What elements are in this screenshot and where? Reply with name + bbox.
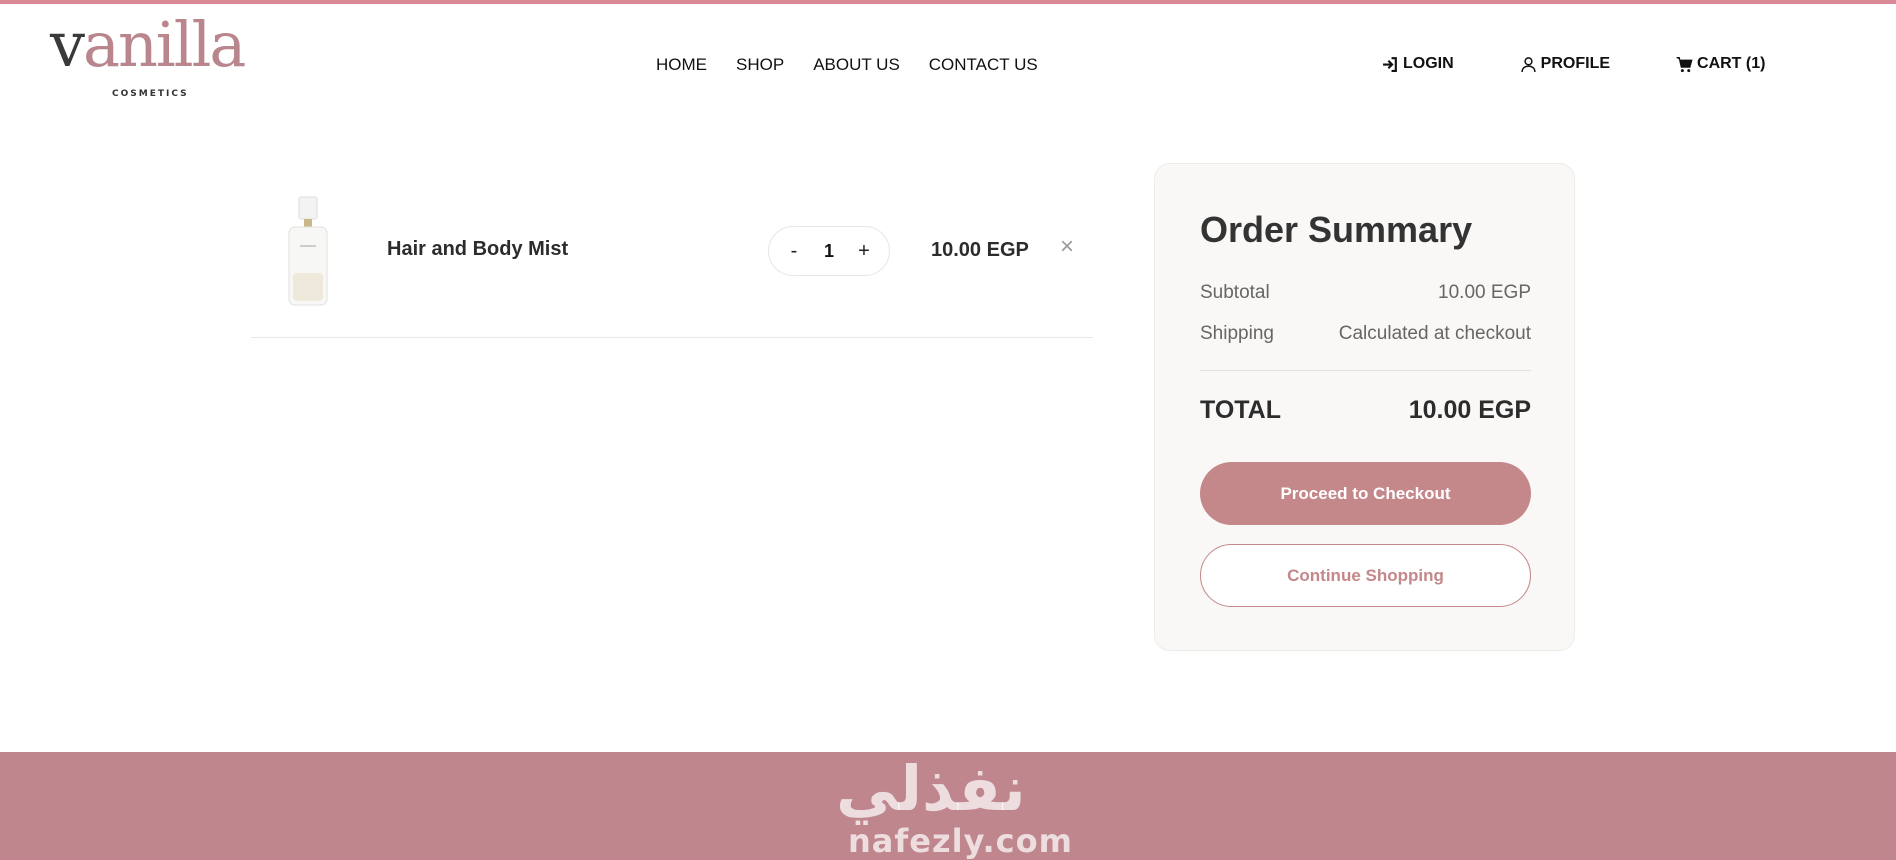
subtotal-row: Subtotal 10.00 EGP <box>1200 282 1531 304</box>
shipping-row: Shipping Calculated at checkout <box>1200 323 1531 345</box>
cart-item: Hair and Body Mist - 1 + 10.00 EGP × <box>251 180 1093 338</box>
cart-link[interactable]: CART (1) <box>1676 55 1765 73</box>
site-header: vanilla COSMETICS HOME SHOP ABOUT US CON… <box>0 4 1896 116</box>
cart-label: CART (1) <box>1697 55 1766 72</box>
quantity-value: 1 <box>823 240 834 261</box>
item-price: 10.00 EGP <box>931 239 1029 261</box>
product-image <box>288 196 328 306</box>
login-label: LOGIN <box>1403 55 1454 72</box>
decrease-quantity-button[interactable]: - <box>785 240 803 263</box>
order-summary-title: Order Summary <box>1200 209 1473 250</box>
watermark-arabic: نفذلي <box>836 752 1026 825</box>
nav-contact-us[interactable]: CONTACT US <box>929 55 1038 75</box>
cart-icon <box>1676 56 1693 72</box>
shipping-label: Shipping <box>1200 323 1274 344</box>
nav-home[interactable]: HOME <box>656 55 707 75</box>
continue-shopping-button[interactable]: Continue Shopping <box>1200 544 1531 607</box>
subtotal-label: Subtotal <box>1200 282 1270 303</box>
user-icon <box>1521 56 1536 72</box>
footer-band: نفذلي nafezly.com <box>0 752 1896 860</box>
logo-wordmark: vanilla <box>50 8 246 81</box>
increase-quantity-button[interactable]: + <box>855 240 873 263</box>
shipping-value: Calculated at checkout <box>1338 323 1531 344</box>
summary-divider <box>1200 370 1531 371</box>
remove-item-icon[interactable]: × <box>1060 235 1074 259</box>
proceed-to-checkout-button[interactable]: Proceed to Checkout <box>1200 462 1531 525</box>
profile-link[interactable]: PROFILE <box>1520 55 1610 73</box>
header-actions: LOGIN PROFILE CART (1) <box>1382 55 1765 73</box>
quantity-stepper: - 1 + <box>768 226 890 276</box>
brand-logo[interactable]: vanilla COSMETICS <box>50 14 260 100</box>
total-value: 10.00 EGP <box>1408 396 1531 424</box>
total-label: TOTAL <box>1200 396 1282 424</box>
subtotal-value: 10.00 EGP <box>1438 282 1531 303</box>
product-name[interactable]: Hair and Body Mist <box>387 238 568 261</box>
main-nav: HOME SHOP ABOUT US CONTACT US <box>656 55 1038 75</box>
nav-about-us[interactable]: ABOUT US <box>813 55 900 75</box>
profile-label: PROFILE <box>1540 55 1611 72</box>
logo-subtitle: COSMETICS <box>112 89 189 99</box>
nav-shop[interactable]: SHOP <box>736 55 784 75</box>
total-row: TOTAL 10.00 EGP <box>1200 396 1531 425</box>
order-summary-panel: Order Summary Subtotal 10.00 EGP Shippin… <box>1154 163 1575 651</box>
login-link[interactable]: LOGIN <box>1382 55 1454 73</box>
watermark-latin: nafezly.com <box>848 822 1073 860</box>
login-icon <box>1383 56 1397 72</box>
